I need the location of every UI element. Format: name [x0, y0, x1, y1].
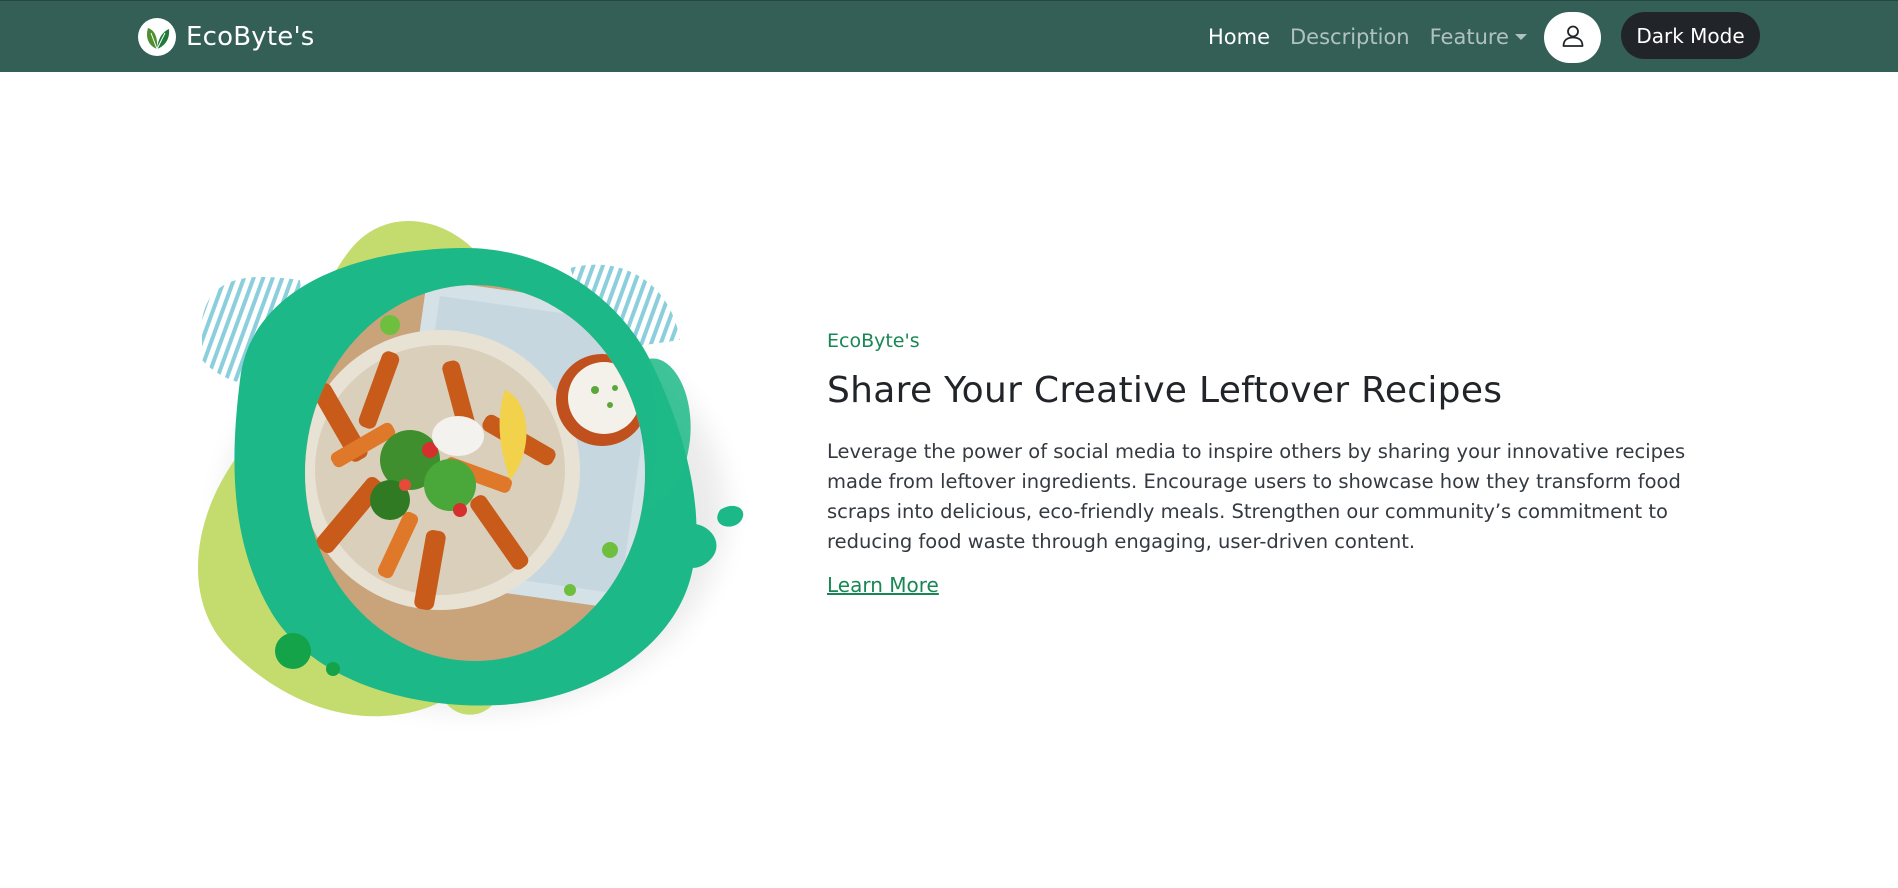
nav-feature-dropdown[interactable]: Feature: [1430, 25, 1527, 49]
nav-feature-label: Feature: [1429, 25, 1509, 49]
learn-more-link[interactable]: Learn More: [827, 573, 939, 597]
dark-mode-button[interactable]: Dark Mode: [1621, 12, 1760, 59]
hero-eyebrow: EcoByte's: [827, 330, 920, 352]
top-navbar: EcoByte's Home Description Feature Dark …: [0, 0, 1898, 72]
nav-links: Home Description Feature: [1208, 21, 1527, 53]
user-icon: [1560, 23, 1586, 52]
hero-headline: Share Your Creative Leftover Recipes: [827, 370, 1503, 411]
nav-description-link[interactable]: Description: [1290, 25, 1410, 49]
hero-illustration: [190, 210, 760, 730]
chevron-down-icon: [1514, 34, 1527, 40]
hero-description: Leverage the power of social media to in…: [827, 440, 1686, 553]
brand-name: EcoByte's: [186, 22, 315, 52]
nav-home-link[interactable]: Home: [1208, 25, 1270, 49]
hero-content: EcoByte's Share Your Creative Leftover R…: [827, 330, 1707, 597]
leaf-icon: [138, 18, 176, 56]
user-profile-button[interactable]: [1544, 12, 1601, 63]
brand-link[interactable]: EcoByte's: [138, 17, 315, 57]
